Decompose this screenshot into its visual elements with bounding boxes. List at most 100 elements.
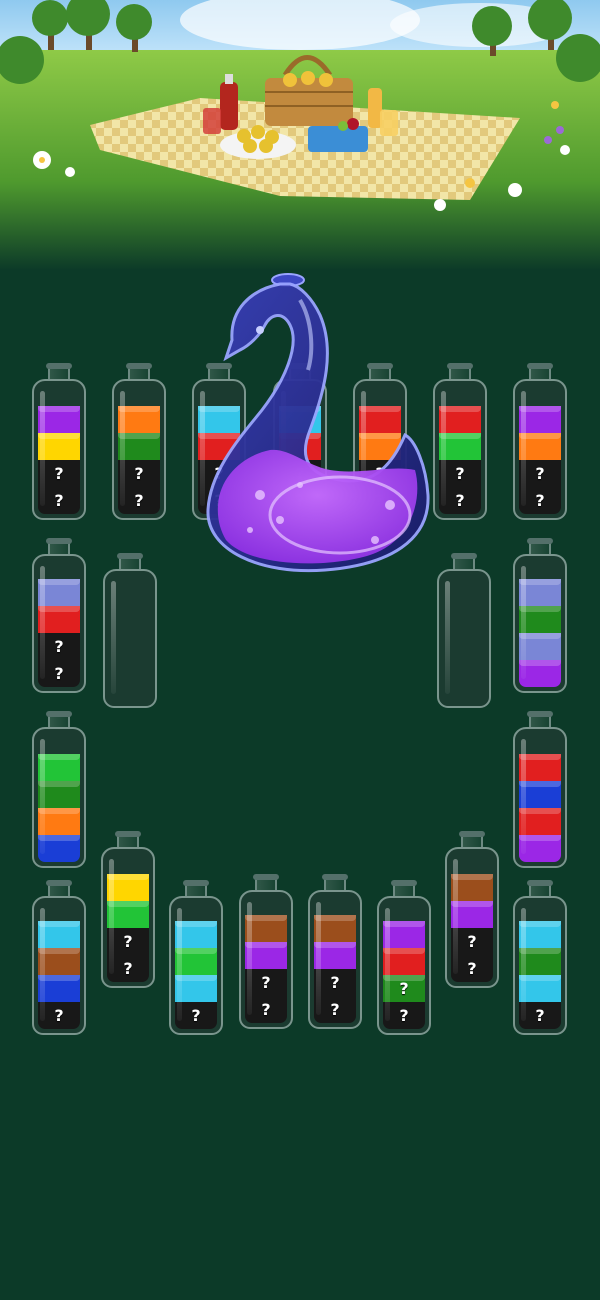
bottle-cap	[527, 363, 553, 369]
bottle-b10[interactable]	[437, 553, 491, 708]
juice-bottle-icon	[220, 82, 238, 130]
bottle-b18[interactable]: ??	[239, 874, 293, 1029]
bottle-b11[interactable]	[513, 538, 567, 693]
bottle-glass: ??	[308, 890, 362, 1029]
bottle-liquid: ??	[314, 915, 356, 1023]
hidden-layer: ?	[439, 460, 481, 487]
bottle-glass: ?	[513, 896, 567, 1035]
bottle-b20[interactable]: ??	[377, 880, 431, 1035]
liquid-layer-green	[439, 433, 481, 460]
hidden-layer: ?	[245, 969, 287, 996]
hidden-layer: ?	[107, 955, 149, 982]
hidden-layer: ?	[519, 460, 561, 487]
liquid-layer-purple	[519, 406, 561, 433]
hidden-layer: ?	[383, 1002, 425, 1029]
bottle-cap	[527, 880, 553, 886]
bottle-b14[interactable]: ??	[101, 831, 155, 988]
bottle-b21[interactable]: ?	[513, 880, 567, 1035]
bottle-b7[interactable]: ??	[513, 363, 567, 520]
bottle-b17[interactable]: ?	[169, 880, 223, 1035]
bottle-liquid: ??	[439, 406, 481, 514]
hidden-layer: ?	[245, 996, 287, 1023]
bottle-b1[interactable]: ??	[32, 363, 86, 520]
liquid-layer-green-dark	[519, 606, 561, 633]
bottle-glass: ??	[112, 379, 166, 520]
picnic-scene-background	[0, 0, 600, 270]
liquid-layer-red	[38, 606, 80, 633]
bottle-liquid: ??	[118, 406, 160, 514]
liquid-layer-orange	[118, 406, 160, 433]
bottle-cap	[183, 880, 209, 886]
swan-flask-icon	[206, 273, 430, 573]
liquid-layer-brown	[245, 915, 287, 942]
liquid-layer-blue	[38, 835, 80, 862]
bottle-b19[interactable]: ??	[308, 874, 362, 1029]
hidden-layer: ?	[38, 633, 80, 660]
bottle-cap	[46, 711, 72, 717]
liquid-layer-green	[107, 901, 149, 928]
orange-juice-bottle-icon	[368, 88, 382, 128]
glass-icon	[203, 108, 221, 134]
bottle-b2[interactable]: ??	[112, 363, 166, 520]
hidden-layer: ?	[38, 460, 80, 487]
bottle-cap	[253, 874, 279, 880]
bottle-b12[interactable]	[32, 711, 86, 868]
bottle-cap	[391, 880, 417, 886]
bottle-b9[interactable]	[103, 553, 157, 708]
bottle-glass: ??	[445, 847, 499, 988]
liquid-layer-green-dark	[519, 948, 561, 975]
bottle-b8[interactable]: ??	[32, 538, 86, 693]
hidden-layer: ?	[383, 975, 425, 1002]
bottle-liquid: ??	[383, 921, 425, 1029]
liquid-layer-green-dark	[38, 781, 80, 808]
bottle-glass: ??	[433, 379, 487, 520]
hidden-layer: ?	[451, 955, 493, 982]
liquid-layer-brown	[314, 915, 356, 942]
hidden-layer: ?	[38, 1002, 80, 1029]
bottle-liquid: ??	[519, 406, 561, 514]
bottle-cap	[117, 553, 143, 559]
bottle-cap	[126, 363, 152, 369]
liquid-layer-blue	[38, 975, 80, 1002]
liquid-layer-periwinkle	[38, 579, 80, 606]
bottle-b15[interactable]: ??	[445, 831, 499, 988]
bottle-glass	[103, 569, 157, 708]
liquid-layer-orange	[519, 433, 561, 460]
liquid-layer-purple	[451, 901, 493, 928]
liquid-layer-purple	[245, 942, 287, 969]
hidden-layer: ?	[118, 487, 160, 514]
bottle-cap	[459, 831, 485, 837]
bottle-glass: ??	[101, 847, 155, 988]
liquid-layer-brown	[451, 874, 493, 901]
bottle-glass: ?	[32, 896, 86, 1035]
bottle-liquid: ?	[38, 921, 80, 1029]
liquid-layer-purple	[519, 835, 561, 862]
glass-highlight	[445, 581, 450, 694]
bottle-liquid: ?	[519, 921, 561, 1029]
liquid-layer-purple	[383, 921, 425, 948]
bottle-glass: ??	[377, 896, 431, 1035]
hidden-layer: ?	[451, 928, 493, 955]
hidden-layer: ?	[314, 969, 356, 996]
liquid-layer-green-dark	[118, 433, 160, 460]
hidden-layer: ?	[439, 487, 481, 514]
liquid-layer-orange	[38, 808, 80, 835]
bottle-liquid: ?	[175, 921, 217, 1029]
bottle-glass: ??	[32, 554, 86, 693]
bottle-b6[interactable]: ??	[433, 363, 487, 520]
hidden-layer: ?	[38, 487, 80, 514]
hidden-layer: ?	[38, 660, 80, 687]
bottle-liquid: ??	[107, 874, 149, 982]
bottle-cap	[46, 880, 72, 886]
bottle-cap	[527, 538, 553, 544]
bottle-b16[interactable]: ?	[32, 880, 86, 1035]
bottle-cap	[527, 711, 553, 717]
swan-flask[interactable]	[190, 270, 440, 590]
lunchbox-icon	[308, 126, 368, 152]
picnic-illustration	[0, 0, 600, 270]
bottle-cap	[322, 874, 348, 880]
bottle-liquid	[519, 579, 561, 687]
liquid-layer-yellow	[107, 874, 149, 901]
liquid-layer-red	[519, 808, 561, 835]
bottle-b13[interactable]	[513, 711, 567, 868]
